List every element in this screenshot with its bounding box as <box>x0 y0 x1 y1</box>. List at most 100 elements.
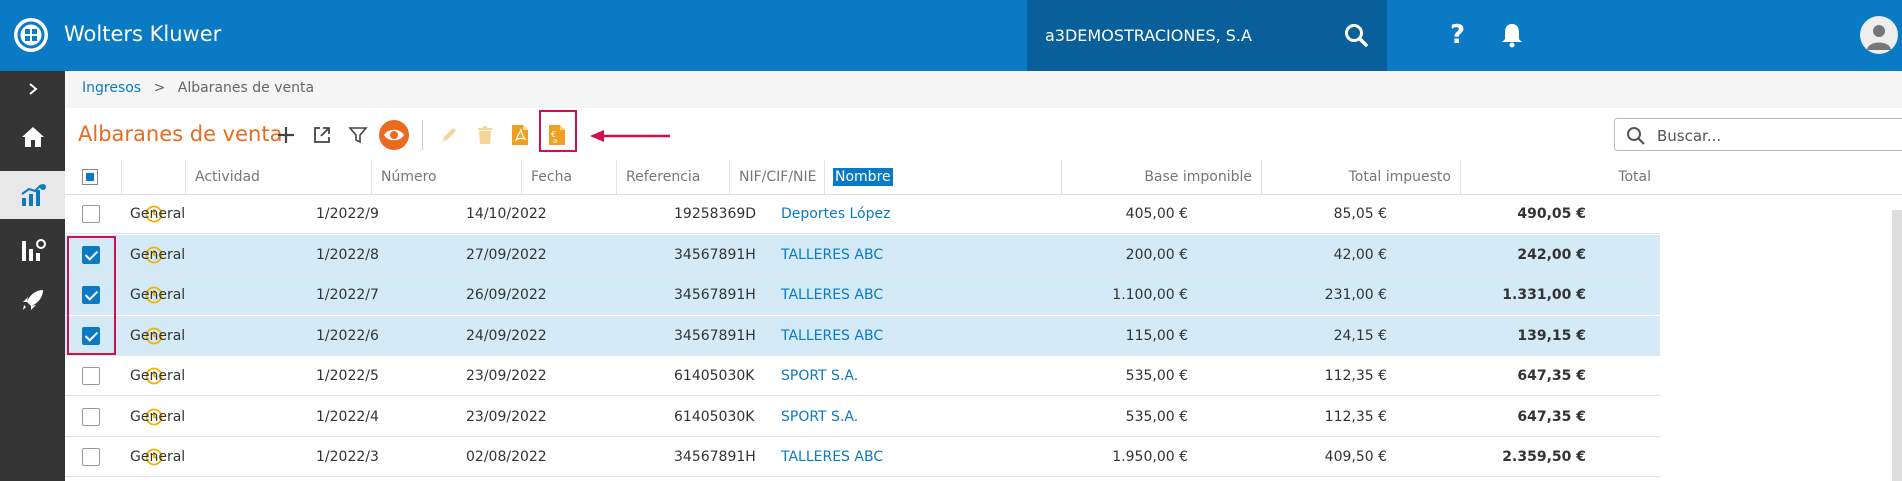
cell-fecha: 26/09/2022 <box>466 287 547 303</box>
cell-impuesto: 112,35 € <box>1324 409 1387 425</box>
cell-total: 647,35 € <box>1517 368 1586 384</box>
row-checkbox[interactable] <box>82 448 100 466</box>
cell-actividad: General <box>130 409 186 425</box>
trash-icon[interactable] <box>468 118 502 152</box>
expand-chevron-icon[interactable] <box>0 71 65 107</box>
table-row[interactable]: General 1/2022/7 26/09/2022 34567891H TALLER… <box>65 275 1660 315</box>
row-checkbox[interactable] <box>82 408 100 426</box>
table-row[interactable]: General 1/2022/9 14/10/2022 19258369D Deport… <box>65 194 1660 234</box>
cell-nif: 34567891H <box>674 328 756 344</box>
sales-chart-icon[interactable] <box>0 171 65 219</box>
cell-fecha: 27/09/2022 <box>466 247 547 263</box>
cell-base: 115,00 € <box>1125 328 1188 344</box>
cell-base: 535,00 € <box>1125 368 1188 384</box>
cell-actividad: General <box>130 449 186 465</box>
cell-total: 490,05 € <box>1517 206 1586 222</box>
cell-impuesto: 112,35 € <box>1324 368 1387 384</box>
cell-nif: 61405030K <box>674 368 755 384</box>
table-row[interactable]: General 1/2022/4 23/09/2022 61405030K SPORT … <box>65 397 1660 437</box>
highlight-box <box>539 110 577 152</box>
cell-referencia <box>561 356 661 396</box>
breadcrumb-separator: > <box>153 80 166 96</box>
breadcrumb-parent-link[interactable]: Ingresos <box>82 80 141 96</box>
table-row[interactable]: General 1/2022/5 23/09/2022 61405030K SPORT … <box>65 356 1660 396</box>
row-checkbox[interactable] <box>82 367 100 385</box>
edit-icon[interactable] <box>432 118 466 152</box>
header-numero[interactable]: Número <box>372 160 522 194</box>
cell-base: 200,00 € <box>1125 247 1188 263</box>
home-icon[interactable] <box>0 113 65 161</box>
pdf-icon[interactable] <box>503 118 537 152</box>
plus-icon[interactable] <box>269 118 303 152</box>
cell-referencia <box>561 235 661 275</box>
header-base-imponible[interactable]: Base imponible <box>1062 160 1262 194</box>
breadcrumb: Ingresos > Albaranes de venta <box>82 80 314 96</box>
cell-nombre[interactable]: SPORT S.A. <box>781 356 991 396</box>
cell-nombre[interactable]: TALLERES ABC <box>781 437 991 477</box>
cell-nombre[interactable]: TALLERES ABC <box>781 275 991 315</box>
cell-numero: 1/2022/4 <box>316 409 379 425</box>
table-row[interactable]: General 1/2022/6 24/09/2022 34567891H TALLER… <box>65 316 1660 356</box>
cell-actividad: General <box>130 287 186 303</box>
cell-actividad: General <box>130 206 186 222</box>
header-total[interactable]: Total <box>1461 160 1660 194</box>
table-row[interactable]: General 1/2022/3 02/08/2022 34567891H TALLER… <box>65 437 1660 477</box>
cell-total: 1.331,00 € <box>1502 287 1586 303</box>
help-icon[interactable]: ? <box>1450 20 1465 50</box>
cell-referencia <box>561 316 661 356</box>
header-nif[interactable]: NIF/CIF/NIE <box>730 160 825 194</box>
table-row[interactable]: General 1/2022/8 27/09/2022 34567891H TALLER… <box>65 235 1660 275</box>
cell-nif: 34567891H <box>674 449 756 465</box>
search-box[interactable] <box>1614 118 1902 151</box>
cell-total: 139,15 € <box>1517 328 1586 344</box>
breadcrumb-current: Albaranes de venta <box>177 80 315 96</box>
select-all-checkbox[interactable] <box>82 169 98 185</box>
cell-fecha: 02/08/2022 <box>466 449 547 465</box>
open-external-icon[interactable] <box>305 118 339 152</box>
bell-icon[interactable] <box>1500 22 1524 52</box>
header-referencia[interactable]: Referencia <box>617 160 730 194</box>
cell-impuesto: 409,50 € <box>1324 449 1387 465</box>
cell-base: 1.100,00 € <box>1112 287 1188 303</box>
header-status-cell <box>122 160 186 194</box>
filter-icon[interactable] <box>341 118 375 152</box>
vertical-scrollbar[interactable] <box>1892 210 1902 481</box>
cell-impuesto: 85,05 € <box>1333 206 1387 222</box>
header-nombre[interactable]: Nombre <box>825 160 1062 194</box>
header-nombre-label: Nombre <box>833 168 893 186</box>
cell-nif: 34567891H <box>674 287 756 303</box>
cell-numero: 1/2022/8 <box>316 247 379 263</box>
row-checkbox[interactable] <box>82 205 100 223</box>
cell-numero: 1/2022/5 <box>316 368 379 384</box>
company-selector[interactable]: a3DEMOSTRACIONES, S.A <box>1027 0 1387 71</box>
cell-nombre[interactable]: TALLERES ABC <box>781 316 991 356</box>
cell-referencia <box>561 397 661 437</box>
cell-impuesto: 42,00 € <box>1333 247 1387 263</box>
cell-nif: 34567891H <box>674 247 756 263</box>
header-fecha[interactable]: Fecha <box>522 160 617 194</box>
cell-nombre[interactable]: TALLERES ABC <box>781 235 991 275</box>
search-input[interactable] <box>1655 125 1899 147</box>
user-avatar-icon[interactable] <box>1860 16 1898 54</box>
search-icon[interactable] <box>1343 22 1369 52</box>
cell-numero: 1/2022/9 <box>316 206 379 222</box>
cell-nif: 61405030K <box>674 409 755 425</box>
cell-total: 647,35 € <box>1517 409 1586 425</box>
eye-icon[interactable] <box>377 118 411 152</box>
cell-numero: 1/2022/7 <box>316 287 379 303</box>
cell-actividad: General <box>130 328 186 344</box>
page-title: Albaranes de venta <box>78 122 283 146</box>
analytics-icon[interactable] <box>0 226 65 274</box>
cell-total: 2.359,50 € <box>1502 449 1586 465</box>
rocket-icon[interactable] <box>0 276 65 324</box>
cell-impuesto: 24,15 € <box>1333 328 1387 344</box>
company-name: a3DEMOSTRACIONES, S.A <box>1045 26 1252 45</box>
header-total-impuesto[interactable]: Total impuesto <box>1262 160 1461 194</box>
annotation-arrow-icon <box>590 128 672 147</box>
wolters-kluwer-logo-icon[interactable] <box>14 18 48 52</box>
cell-nombre[interactable]: Deportes López <box>781 194 991 234</box>
cell-nombre[interactable]: SPORT S.A. <box>781 397 991 437</box>
header-select-cell <box>65 160 122 194</box>
header-actividad[interactable]: Actividad <box>186 160 372 194</box>
cell-base: 405,00 € <box>1125 206 1188 222</box>
